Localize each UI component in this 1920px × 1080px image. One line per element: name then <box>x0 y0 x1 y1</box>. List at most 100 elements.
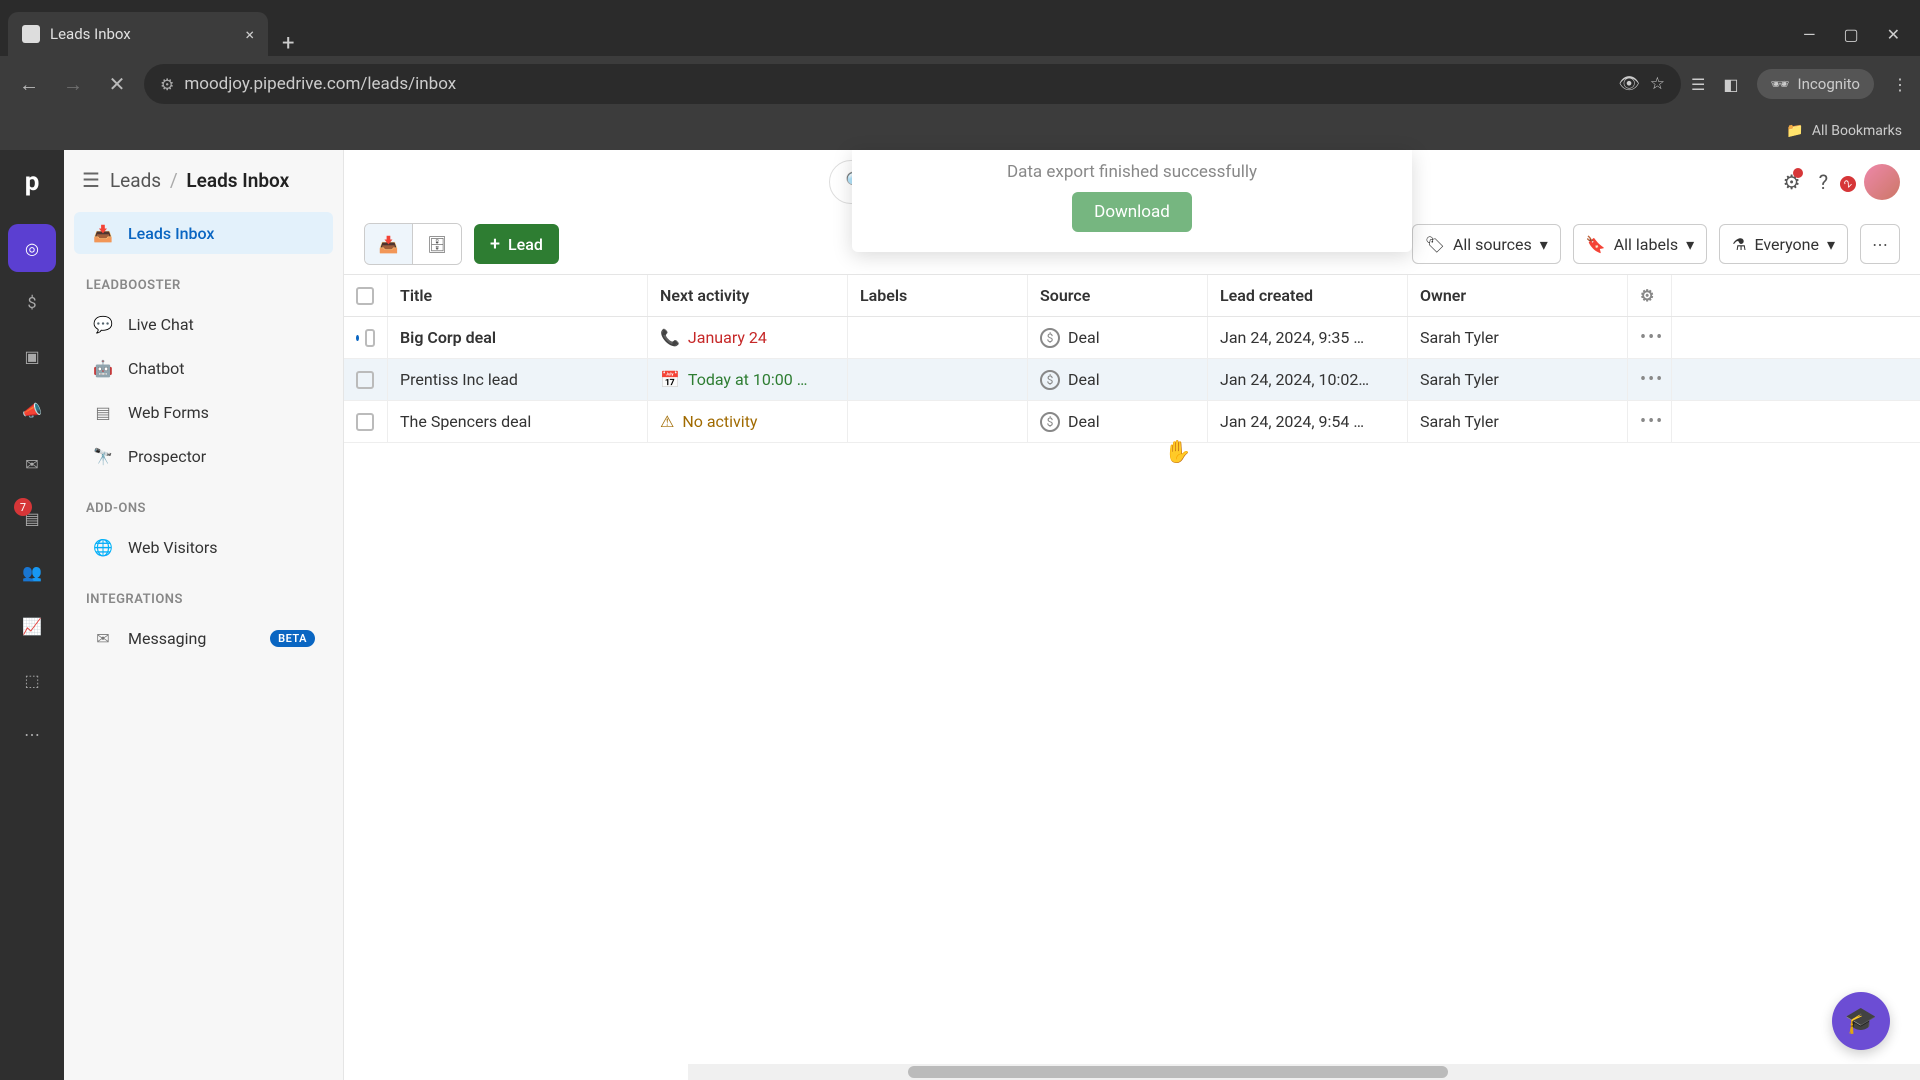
row-checkbox[interactable] <box>365 329 375 347</box>
rail-marketplace-icon[interactable]: ⬚ <box>8 656 56 704</box>
breadcrumb-root[interactable]: Leads <box>110 169 161 192</box>
bookmark-star-icon[interactable]: ☆ <box>1650 74 1665 94</box>
browser-tab-strip: Leads Inbox × + — ▢ ✕ <box>0 0 1920 56</box>
rail-projects-icon[interactable]: ▣ <box>8 332 56 380</box>
filter-label: All sources <box>1453 235 1532 254</box>
filter-labels[interactable]: 🔖 All labels ▾ <box>1573 224 1707 264</box>
collapse-sidebar-icon[interactable]: ☰ <box>82 168 100 192</box>
help-icon[interactable]: ? <box>1819 170 1828 194</box>
table-header-row: Title Next activity Labels Source Lead c… <box>344 275 1920 317</box>
filter-sources[interactable]: 🏷 All sources ▾ <box>1412 224 1561 264</box>
sidebar-item-leads-inbox[interactable]: 📥 Leads Inbox <box>74 212 333 254</box>
sidebar-item-messaging[interactable]: ✉ Messaging BETA <box>74 617 333 659</box>
browser-menu-icon[interactable]: ⋮ <box>1892 75 1908 94</box>
all-bookmarks-button[interactable]: All Bookmarks <box>1812 123 1902 139</box>
col-owner[interactable]: Owner <box>1408 275 1628 316</box>
cell-owner: Sarah Tyler <box>1408 401 1628 442</box>
sidebar-item-label: Leads Inbox <box>128 224 214 243</box>
cell-source: $Deal <box>1028 359 1208 400</box>
sidebar-item-live-chat[interactable]: 💬 Live Chat <box>74 303 333 345</box>
sidebar-item-label: Web Visitors <box>128 538 218 557</box>
url-bar[interactable]: ⚙ moodjoy.pipedrive.com/leads/inbox 👁 ☆ <box>144 64 1681 104</box>
sidebar-item-chatbot[interactable]: 🤖 Chatbot <box>74 347 333 389</box>
reload-button[interactable]: ✕ <box>100 67 134 101</box>
eye-off-icon[interactable]: 👁 <box>1618 74 1640 94</box>
breadcrumb-current: Leads Inbox <box>186 169 289 192</box>
sidebar-item-label: Live Chat <box>128 315 194 334</box>
help-fab-button[interactable]: 🎓 <box>1832 992 1890 1050</box>
table-settings-icon[interactable]: ⚙ <box>1628 275 1672 316</box>
incognito-indicator[interactable]: 🕶 Incognito <box>1757 69 1875 99</box>
rail-more-icon[interactable]: ⋯ <box>8 710 56 758</box>
back-button[interactable]: ← <box>12 67 46 101</box>
row-more-button[interactable]: ••• <box>1628 317 1672 358</box>
row-checkbox[interactable] <box>356 413 374 431</box>
favicon-icon <box>22 25 40 43</box>
table-row[interactable]: Prentiss Inc lead📅Today at 10:00 …$DealJ… <box>344 359 1920 401</box>
sidebar-item-web-visitors[interactable]: 🌐 Web Visitors <box>74 526 333 568</box>
add-lead-button[interactable]: + Lead <box>474 224 559 264</box>
rail-activities-icon[interactable]: 7▤ <box>8 494 56 542</box>
window-controls: — ▢ ✕ <box>1803 12 1912 56</box>
filter-owner[interactable]: ⚗ Everyone ▾ <box>1719 224 1848 264</box>
col-labels[interactable]: Labels <box>848 275 1028 316</box>
cell-owner: Sarah Tyler <box>1408 317 1628 358</box>
marketplace-icon[interactable]: ⚙ <box>1783 170 1801 194</box>
browser-tab[interactable]: Leads Inbox × <box>8 12 268 56</box>
row-checkbox[interactable] <box>356 371 374 389</box>
activity-status-icon: 📅 <box>660 370 680 389</box>
icon-rail: p ◎ $ ▣ 📣 ✉ 7▤ 👥 📈 ⬚ ⋯ <box>0 150 64 1080</box>
export-toast: Data export finished successfully Downlo… <box>852 150 1412 252</box>
more-actions-button[interactable]: ⋯ <box>1860 224 1900 264</box>
row-more-button[interactable]: ••• <box>1628 401 1672 442</box>
extensions-icon[interactable]: ☰ <box>1691 75 1705 94</box>
pipedrive-logo-icon[interactable]: p <box>14 164 50 200</box>
scrollbar-thumb[interactable] <box>908 1066 1448 1078</box>
inbox-view-button[interactable]: 📥 <box>365 224 413 264</box>
archive-view-button[interactable]: 🗄 <box>413 224 461 264</box>
close-tab-icon[interactable]: × <box>245 25 254 44</box>
rail-mail-icon[interactable]: ✉ <box>8 440 56 488</box>
rail-leads-icon[interactable]: ◎ <box>8 224 56 272</box>
download-button[interactable]: Download <box>1072 192 1192 232</box>
user-avatar[interactable] <box>1864 164 1900 200</box>
horizontal-scrollbar[interactable] <box>688 1064 1920 1080</box>
sidebar-section-integrations: INTEGRATIONS <box>64 570 343 615</box>
breadcrumb: Leads / Leads Inbox <box>110 169 289 192</box>
new-tab-button[interactable]: + <box>268 31 308 56</box>
sidebar-item-prospector[interactable]: 🔭 Prospector <box>74 435 333 477</box>
sidebar-item-web-forms[interactable]: ▤ Web Forms <box>74 391 333 433</box>
tag-icon: 🏷 <box>1425 235 1445 254</box>
deal-source-icon: $ <box>1040 412 1060 432</box>
incognito-icon: 🕶 <box>1771 75 1790 93</box>
rail-insights-icon[interactable]: 📈 <box>8 602 56 650</box>
table-row[interactable]: Big Corp deal📞January 24$DealJan 24, 202… <box>344 317 1920 359</box>
forward-button[interactable]: → <box>56 67 90 101</box>
rail-campaigns-icon[interactable]: 📣 <box>8 386 56 434</box>
plus-icon: + <box>490 234 500 255</box>
select-all-checkbox[interactable] <box>356 287 374 305</box>
chat-icon: 💬 <box>92 313 114 335</box>
row-more-button[interactable]: ••• <box>1628 359 1672 400</box>
cell-next-activity: 📞January 24 <box>648 317 848 358</box>
incognito-label: Incognito <box>1798 75 1860 93</box>
close-window-icon[interactable]: ✕ <box>1887 25 1900 44</box>
site-settings-icon[interactable]: ⚙ <box>160 75 174 94</box>
table-row[interactable]: The Spencers deal⚠No activity$DealJan 24… <box>344 401 1920 443</box>
col-created[interactable]: Lead created <box>1208 275 1408 316</box>
minimize-icon[interactable]: — <box>1803 25 1816 44</box>
sidebar-item-label: Prospector <box>128 447 206 466</box>
panel-icon[interactable]: ◧ <box>1723 75 1738 94</box>
maximize-icon[interactable]: ▢ <box>1843 25 1858 44</box>
col-next-activity[interactable]: Next activity <box>648 275 848 316</box>
col-title[interactable]: Title <box>388 275 648 316</box>
binoculars-icon: 🔭 <box>92 445 114 467</box>
rail-contacts-icon[interactable]: 👥 <box>8 548 56 596</box>
col-source[interactable]: Source <box>1028 275 1208 316</box>
filter-label: Everyone <box>1754 235 1818 254</box>
rail-deals-icon[interactable]: $ <box>8 278 56 326</box>
cell-source: $Deal <box>1028 317 1208 358</box>
filter-label: All labels <box>1614 235 1678 254</box>
cell-title: The Spencers deal <box>388 401 648 442</box>
app-root: p ◎ $ ▣ 📣 ✉ 7▤ 👥 📈 ⬚ ⋯ ☰ Leads / Leads I… <box>0 150 1920 1080</box>
